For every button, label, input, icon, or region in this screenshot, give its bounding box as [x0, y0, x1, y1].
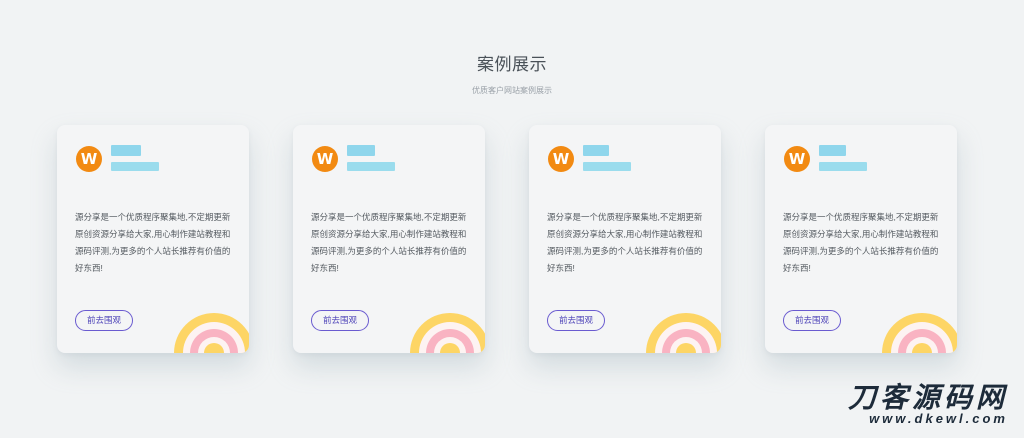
- w-logo-icon: W: [548, 146, 574, 172]
- case-description: 源分享是一个优质程序聚集地,不定期更新原创资源分享给大家,用心制作建站教程和源码…: [547, 212, 703, 273]
- case-card: W 源分享是一个优质程序聚集地,不定期更新原创资源分享给大家,用心制作建站教程和…: [765, 125, 957, 353]
- visit-button[interactable]: 前去围观: [311, 310, 369, 331]
- redacted-site-url: [583, 162, 631, 171]
- redacted-site-name: [583, 145, 609, 156]
- w-logo-icon: W: [312, 146, 338, 172]
- case-description: 源分享是一个优质程序聚集地,不定期更新原创资源分享给大家,用心制作建站教程和源码…: [75, 212, 231, 273]
- watermark-title: 刀客源码网: [847, 382, 1008, 413]
- w-logo-icon: W: [76, 146, 102, 172]
- watermark: 刀客源码网 www.dkewl.com: [848, 382, 1008, 426]
- case-description: 源分享是一个优质程序聚集地,不定期更新原创资源分享给大家,用心制作建站教程和源码…: [311, 212, 467, 273]
- section-title: 案例展示: [477, 55, 547, 74]
- visit-button[interactable]: 前去围观: [783, 310, 841, 331]
- redacted-site-url: [111, 162, 159, 171]
- case-description: 源分享是一个优质程序聚集地,不定期更新原创资源分享给大家,用心制作建站教程和源码…: [783, 212, 939, 273]
- redacted-site-name: [347, 145, 375, 156]
- watermark-url: www.dkewl.com: [869, 411, 1008, 426]
- case-card: W 源分享是一个优质程序聚集地,不定期更新原创资源分享给大家,用心制作建站教程和…: [529, 125, 721, 353]
- section-subtitle: 优质客户网站案例展示: [472, 86, 552, 95]
- rainbow-icon: [410, 313, 485, 353]
- redacted-site-name: [111, 145, 141, 156]
- rainbow-icon: [174, 313, 249, 353]
- visit-button[interactable]: 前去围观: [75, 310, 133, 331]
- section-header: 案例展示 优质客户网站案例展示: [0, 50, 1024, 96]
- redacted-site-url: [819, 162, 867, 171]
- visit-button[interactable]: 前去围观: [547, 310, 605, 331]
- redacted-site-name: [819, 145, 846, 156]
- redacted-site-url: [347, 162, 395, 171]
- case-card: W 源分享是一个优质程序聚集地,不定期更新原创资源分享给大家,用心制作建站教程和…: [293, 125, 485, 353]
- rainbow-icon: [882, 313, 957, 353]
- case-card: W 源分享是一个优质程序聚集地,不定期更新原创资源分享给大家,用心制作建站教程和…: [57, 125, 249, 353]
- w-logo-icon: W: [784, 146, 810, 172]
- rainbow-icon: [646, 313, 721, 353]
